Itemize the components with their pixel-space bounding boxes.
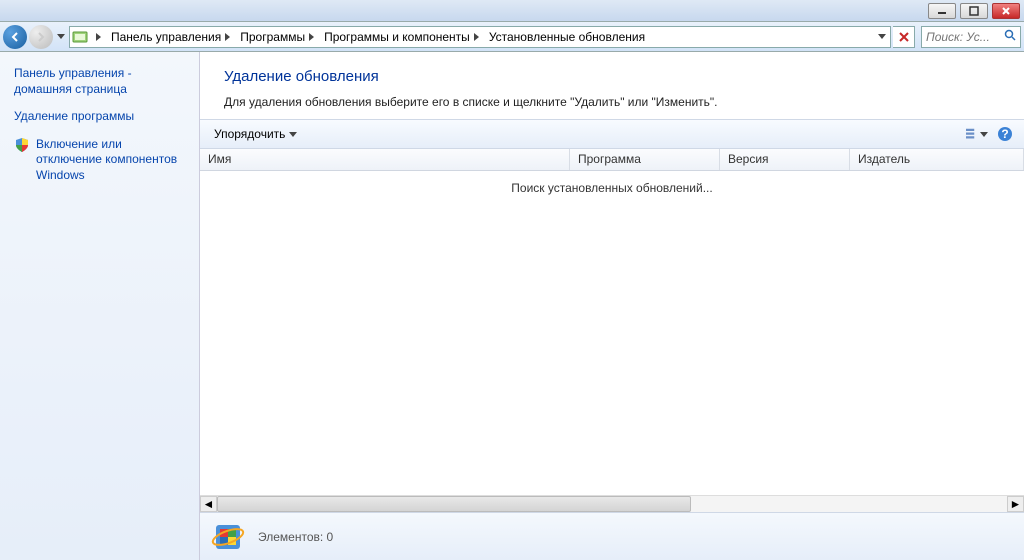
chevron-right-icon — [474, 33, 479, 41]
breadcrumb-label: Программы — [240, 30, 305, 44]
scroll-left-arrow[interactable]: ◄ — [200, 496, 217, 512]
searching-message: Поиск установленных обновлений... — [200, 171, 1024, 205]
sidebar-windows-features-link[interactable]: Включение или отключение компонентов Win… — [14, 137, 185, 184]
column-headers: Имя Программа Версия Издатель — [200, 149, 1024, 171]
column-publisher[interactable]: Издатель — [850, 149, 1024, 170]
stop-button[interactable] — [893, 26, 915, 48]
content-header: Удаление обновления Для удаления обновле… — [200, 52, 1024, 119]
back-button[interactable] — [3, 25, 27, 49]
svg-text:?: ? — [1001, 127, 1008, 141]
column-name[interactable]: Имя — [200, 149, 570, 170]
horizontal-scrollbar[interactable]: ◄ ► — [200, 495, 1024, 512]
breadcrumb-label: Панель управления — [111, 30, 221, 44]
search-icon — [1004, 29, 1016, 44]
shield-icon — [14, 137, 30, 153]
nav-history-dropdown[interactable] — [55, 34, 67, 39]
view-options-button[interactable] — [966, 123, 988, 145]
main-area: Панель управления - домашняя страница Уд… — [0, 52, 1024, 560]
minimize-button[interactable] — [928, 3, 956, 19]
maximize-button[interactable] — [960, 3, 988, 19]
scroll-thumb[interactable] — [217, 496, 691, 512]
breadcrumb-installed-updates[interactable]: Установленные обновления — [483, 27, 649, 47]
control-panel-icon — [70, 29, 90, 45]
close-button[interactable] — [992, 3, 1020, 19]
chevron-right-icon — [225, 33, 230, 41]
status-bar: Элементов: 0 — [200, 512, 1024, 560]
chevron-down-icon — [289, 132, 297, 137]
page-subtitle: Для удаления обновления выберите его в с… — [224, 95, 1000, 109]
search-box[interactable] — [921, 26, 1021, 48]
status-count: Элементов: 0 — [258, 530, 333, 544]
content-pane: Удаление обновления Для удаления обновле… — [200, 52, 1024, 560]
search-input[interactable] — [926, 30, 996, 44]
toolbar: Упорядочить ? — [200, 119, 1024, 149]
scroll-track[interactable] — [217, 496, 1007, 512]
scroll-right-arrow[interactable]: ► — [1007, 496, 1024, 512]
breadcrumb-label: Программы и компоненты — [324, 30, 470, 44]
forward-button[interactable] — [29, 25, 53, 49]
updates-icon — [210, 519, 246, 555]
breadcrumb-control-panel[interactable]: Панель управления — [105, 27, 234, 47]
sidebar-home-link[interactable]: Панель управления - домашняя страница — [14, 66, 185, 97]
address-dropdown[interactable] — [872, 27, 890, 47]
chevron-down-icon — [980, 132, 988, 137]
breadcrumb-programs[interactable]: Программы — [234, 27, 318, 47]
breadcrumb-root-arrow[interactable] — [90, 27, 105, 47]
sidebar: Панель управления - домашняя страница Уд… — [0, 52, 200, 560]
organize-label: Упорядочить — [214, 127, 285, 141]
window-titlebar — [0, 0, 1024, 22]
updates-list[interactable]: Поиск установленных обновлений... — [200, 171, 1024, 495]
page-title: Удаление обновления — [224, 68, 1000, 85]
organize-button[interactable]: Упорядочить — [208, 125, 303, 143]
breadcrumb-programs-features[interactable]: Программы и компоненты — [318, 27, 483, 47]
sidebar-item-label: Включение или отключение компонентов Win… — [36, 137, 185, 184]
chevron-right-icon — [309, 33, 314, 41]
help-button[interactable]: ? — [994, 123, 1016, 145]
sidebar-uninstall-link[interactable]: Удаление программы — [14, 109, 185, 125]
navigation-bar: Панель управления Программы Программы и … — [0, 22, 1024, 52]
column-version[interactable]: Версия — [720, 149, 850, 170]
breadcrumb-label: Установленные обновления — [489, 30, 645, 44]
column-program[interactable]: Программа — [570, 149, 720, 170]
address-bar[interactable]: Панель управления Программы Программы и … — [69, 26, 891, 48]
